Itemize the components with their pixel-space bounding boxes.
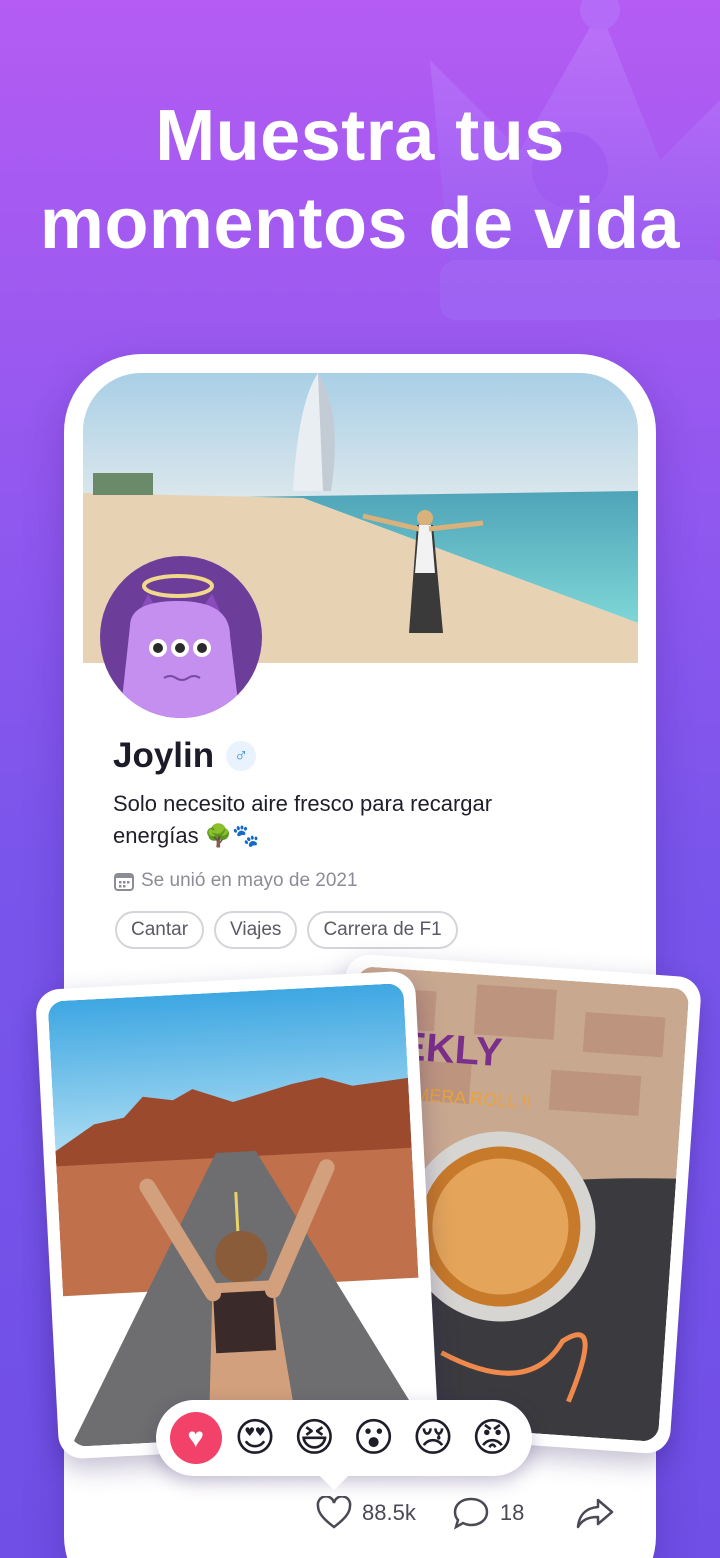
headline-line-2: momentos de vida [39, 184, 681, 264]
share-arrow-icon [577, 1498, 614, 1529]
heart-outline-icon [316, 1496, 352, 1529]
tag-f1[interactable]: Carrera de F1 [307, 911, 458, 949]
profile-name: Joylin [113, 736, 215, 775]
post-actions: 88.5k 18 [316, 1490, 620, 1536]
headline: Muestra tus momentos de vida [0, 92, 720, 268]
sad-reaction-icon[interactable]: 😢 [407, 1412, 459, 1464]
joined-date: Se unió en mayo de 2021 [113, 867, 358, 895]
photo-card-desert[interactable] [34, 970, 440, 1460]
desert-photo [47, 982, 427, 1448]
tag-travel[interactable]: Viajes [214, 911, 298, 949]
profile-name-row: Joylin ♂ [113, 734, 257, 778]
male-gender-icon: ♂ [226, 741, 257, 771]
comment-count: 18 [499, 1500, 525, 1525]
profile-bio: Solo necesito aire fresco para recargar … [113, 791, 493, 848]
reaction-picker: ♥ 😍 😆 😮 😢 😡 [156, 1400, 532, 1476]
share-action[interactable] [576, 1496, 614, 1530]
like-count: 88.5k [362, 1500, 416, 1525]
heart-reaction-icon[interactable]: ♥ [169, 1412, 222, 1464]
angry-reaction-icon[interactable]: 😡 [466, 1412, 518, 1464]
like-action[interactable]: 88.5k [316, 1496, 416, 1530]
love-reaction-icon[interactable]: 😍 [229, 1412, 281, 1464]
interest-tags: Cantar Viajes Carrera de F1 [115, 911, 458, 949]
tag-singing[interactable]: Cantar [115, 911, 205, 949]
comment-action[interactable]: 18 [452, 1496, 524, 1530]
headline-line-1: Muestra tus [155, 96, 565, 176]
laugh-reaction-icon[interactable]: 😆 [288, 1412, 340, 1464]
joined-text: Se unió en mayo de 2021 [141, 870, 358, 891]
calendar-icon [114, 873, 134, 891]
wow-reaction-icon[interactable]: 😮 [348, 1412, 400, 1464]
avatar[interactable] [100, 556, 262, 718]
comment-bubble-icon [453, 1497, 489, 1530]
